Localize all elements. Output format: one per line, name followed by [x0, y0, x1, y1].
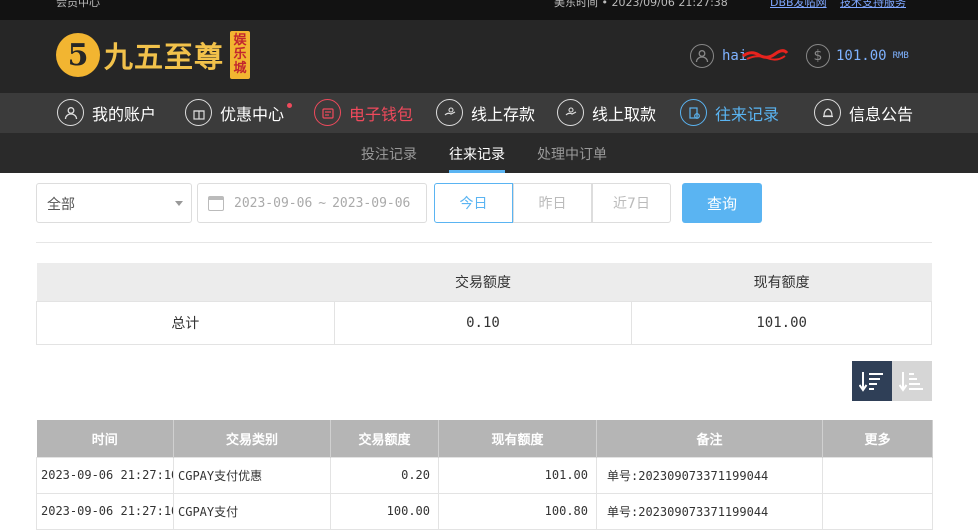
deposit-icon	[436, 99, 463, 126]
sub-nav: 投注记录 往来记录 处理中订单	[0, 133, 978, 173]
cell-note: 单号:202309073371199044	[596, 456, 823, 494]
query-button[interactable]: 查询	[682, 183, 762, 223]
notification-dot	[287, 102, 293, 108]
summary-header: 现有额度	[631, 263, 932, 301]
site-header: 5 九五至尊 娱 乐 城 hai $ 101.00 RMB	[0, 20, 978, 93]
summary-total-label: 总计	[36, 300, 335, 345]
user-icon	[690, 44, 714, 68]
summary-table: 交易额度 现有额度 总计 0.10 101.00	[36, 263, 932, 345]
column-header[interactable]: 更多	[822, 420, 933, 457]
summary-header: 交易额度	[334, 263, 632, 301]
balance-display: $ 101.00 RMB	[806, 44, 909, 68]
records-icon	[680, 99, 707, 126]
nav-my-account[interactable]: 我的账户	[57, 99, 156, 126]
logo-badge: 娱 乐 城	[230, 31, 251, 79]
nav-label: 线上存款	[471, 104, 536, 124]
dollar-icon: $	[806, 44, 830, 68]
logo-mark: 5	[56, 33, 100, 77]
cell-time: 2023-09-06 21:27:10	[36, 456, 174, 494]
logo-badge-char: 娱	[233, 33, 247, 48]
withdraw-icon	[557, 99, 584, 126]
sort-asc-icon	[899, 372, 923, 392]
nav-promotions[interactable]: 优惠中心	[185, 99, 293, 126]
server-time: 美东时间 • 2023/09/06 21:27:38	[554, 0, 728, 9]
nav-label: 线上取款	[592, 104, 657, 124]
column-header[interactable]: 时间	[36, 420, 174, 457]
nav-label: 我的账户	[92, 104, 157, 124]
date-end: 2023-09-06	[332, 195, 411, 211]
forum-link[interactable]: DBB发帖网	[770, 0, 827, 10]
nav-label: 往来记录	[715, 104, 780, 124]
divider	[36, 242, 932, 243]
tab-bet-records[interactable]: 投注记录	[361, 144, 417, 164]
balance-amount: 101.00	[836, 48, 887, 64]
logo-badge-char: 乐	[233, 47, 247, 62]
quick-date-group: 今日 昨日 近7日	[434, 183, 671, 223]
column-header[interactable]: 现有额度	[438, 420, 597, 457]
nav-label: 电子钱包	[349, 104, 414, 124]
nav-label: 信息公告	[849, 104, 914, 124]
yesterday-button[interactable]: 昨日	[513, 183, 592, 223]
gift-icon	[185, 99, 212, 126]
logo-badge-char: 城	[233, 61, 247, 76]
user-menu[interactable]: hai	[690, 44, 789, 68]
tab-transaction-records[interactable]: 往来记录	[449, 144, 505, 164]
table-row[interactable]: 2023-09-06 21:27:10 CGPAY支付优惠 0.20 101.0…	[36, 456, 933, 494]
balance-unit: RMB	[892, 51, 909, 61]
cell-more[interactable]	[822, 492, 933, 530]
cell-amount: 0.20	[330, 456, 439, 494]
calendar-icon	[208, 195, 224, 211]
top-info-bar: 会员中心 美东时间 • 2023/09/06 21:27:38 DBB发帖网 技…	[0, 0, 978, 20]
logo-text: 九五至尊	[104, 40, 225, 74]
summary-current-balance: 101.00	[631, 300, 932, 345]
cell-balance: 101.00	[438, 456, 597, 494]
date-separator: ~	[318, 195, 327, 211]
wallet-icon	[314, 99, 341, 126]
nav-announcements[interactable]: 信息公告	[814, 99, 913, 126]
type-select-value: 全部	[47, 197, 75, 213]
bell-icon	[814, 99, 841, 126]
date-range-input[interactable]: 2023-09-06 ~ 2023-09-06	[197, 183, 427, 223]
cell-balance: 100.80	[438, 492, 597, 530]
records-table: 时间 交易类别 交易额度 现有额度 备注 更多 2023-09-06 21:27…	[36, 420, 933, 530]
nav-transaction-records[interactable]: 往来记录	[680, 99, 779, 126]
member-center-label: 会员中心	[56, 0, 100, 9]
redaction-scribble-icon	[742, 49, 789, 61]
sort-descending-button[interactable]	[852, 361, 892, 401]
nav-online-deposit[interactable]: 线上存款	[436, 99, 535, 126]
chevron-down-icon	[175, 201, 183, 206]
user-icon	[57, 99, 84, 126]
cell-note: 单号:202309073371199044	[596, 492, 823, 530]
column-header[interactable]: 备注	[596, 420, 823, 457]
cell-type: CGPAY支付优惠	[173, 456, 331, 494]
last-7-days-button[interactable]: 近7日	[592, 183, 671, 223]
today-button[interactable]: 今日	[434, 183, 513, 223]
nav-label: 优惠中心	[220, 104, 285, 124]
nav-e-wallet[interactable]: 电子钱包	[314, 99, 413, 126]
cell-amount: 100.00	[330, 492, 439, 530]
summary-transaction-amount: 0.10	[333, 300, 633, 345]
records-header-row: 时间 交易类别 交易额度 现有额度 备注 更多	[36, 420, 933, 457]
cell-more[interactable]	[822, 456, 933, 494]
sort-ascending-button[interactable]	[892, 361, 932, 401]
table-row[interactable]: 2023-09-06 21:27:10 CGPAY支付 100.00 100.8…	[36, 492, 933, 530]
summary-header	[36, 263, 335, 301]
site-logo[interactable]: 5 九五至尊 娱 乐 城	[56, 29, 251, 81]
type-select[interactable]: 全部	[36, 183, 192, 223]
tab-pending-orders[interactable]: 处理中订单	[537, 144, 607, 164]
active-tab-indicator	[449, 170, 505, 173]
support-link[interactable]: 技术支持服务	[840, 0, 906, 10]
column-header[interactable]: 交易额度	[330, 420, 439, 457]
date-start: 2023-09-06	[234, 195, 313, 211]
column-header[interactable]: 交易类别	[173, 420, 331, 457]
sort-desc-icon	[859, 372, 883, 392]
summary-row: 总计 0.10 101.00	[36, 300, 932, 345]
nav-label-wrap: 优惠中心	[220, 101, 293, 125]
nav-online-withdraw[interactable]: 线上取款	[557, 99, 656, 126]
cell-time: 2023-09-06 21:27:10	[36, 492, 174, 530]
main-nav: 我的账户 优惠中心 电子钱包 线上存款 线上取款 往来记录 信息公告	[0, 93, 978, 133]
cell-type: CGPAY支付	[173, 492, 331, 530]
